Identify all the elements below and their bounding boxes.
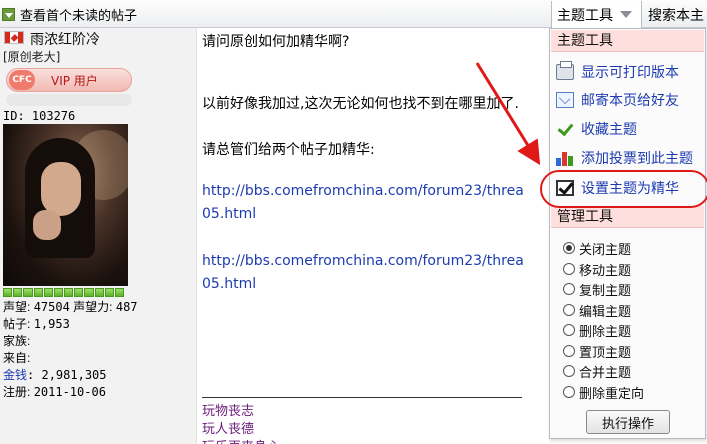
red-arrow-annotation xyxy=(475,62,541,166)
